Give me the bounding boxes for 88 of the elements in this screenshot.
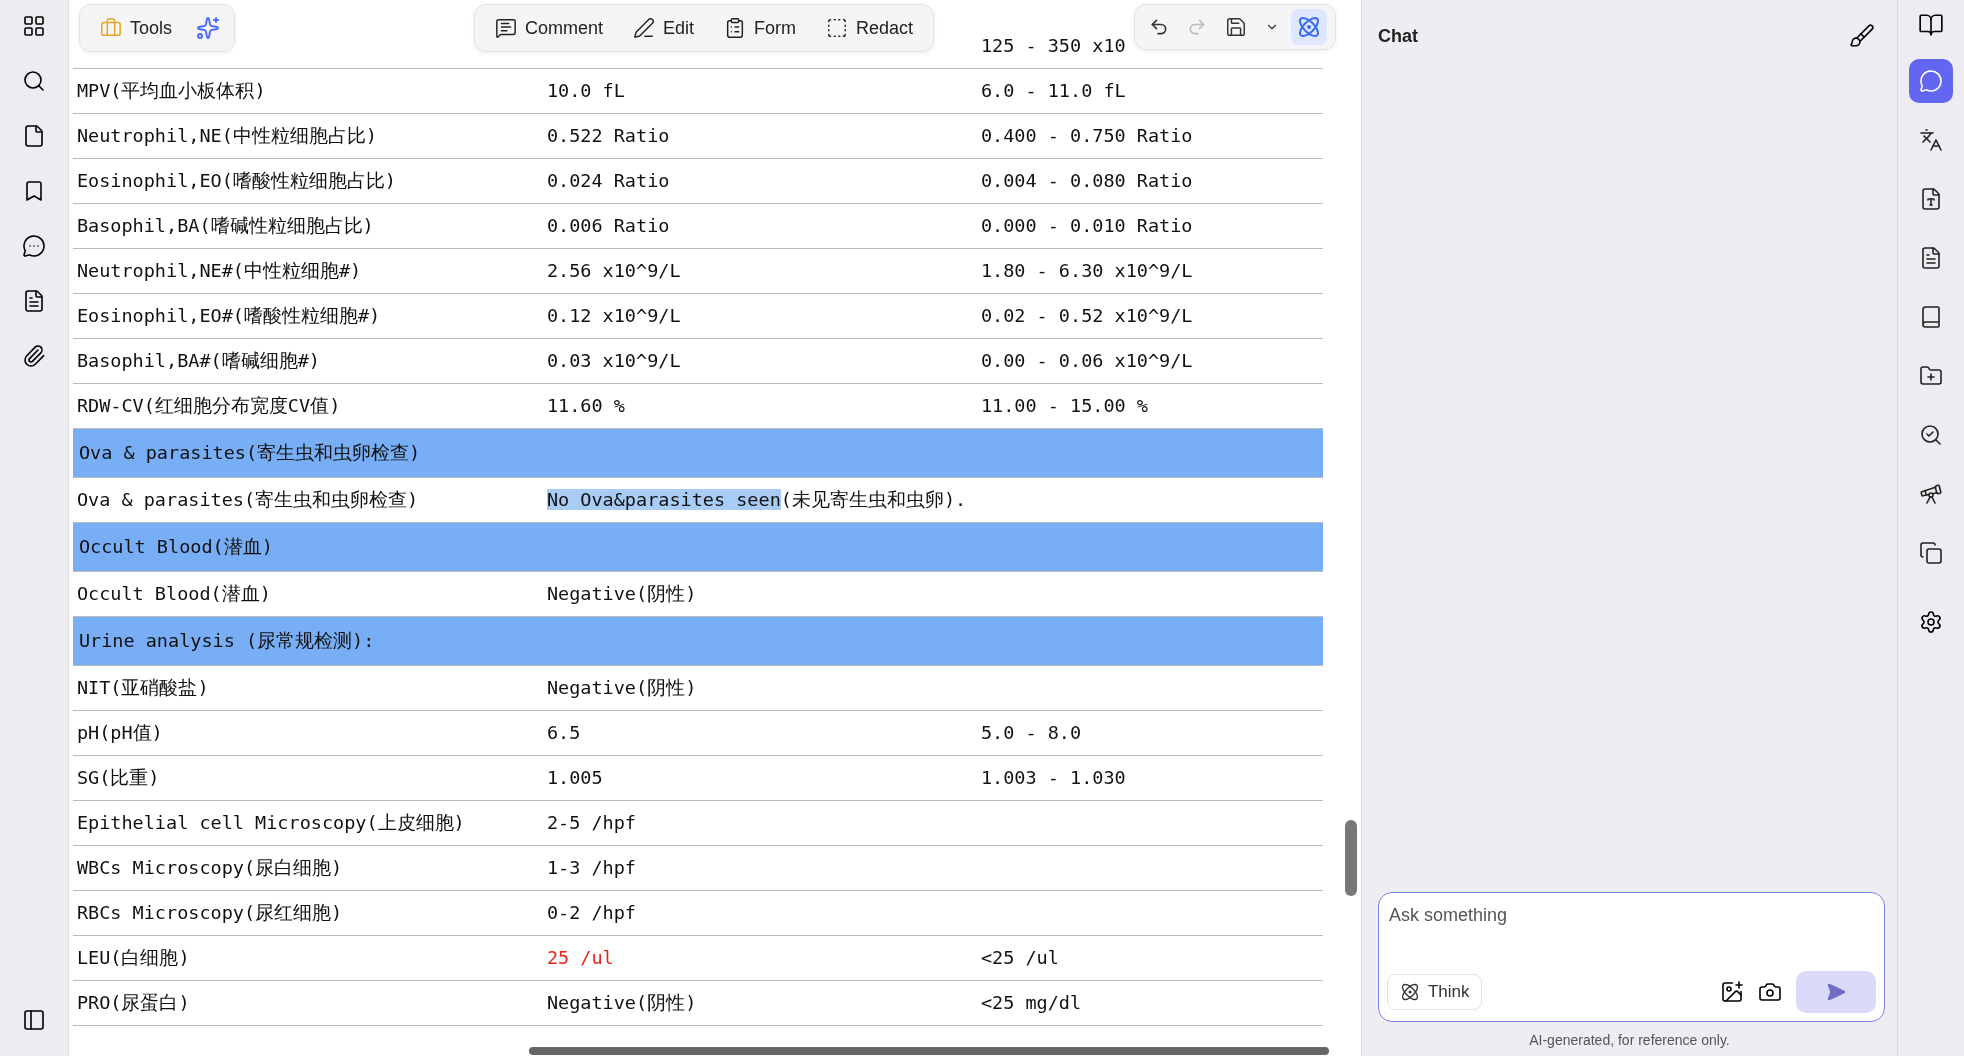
- disclaimer-text: AI-generated, for reference only.: [1528, 1032, 1731, 1048]
- reference-range: 5.0 - 8.0: [979, 720, 1083, 745]
- test-name: Basophil,BA(嗜碱性粒细胞占比): [75, 213, 375, 238]
- tools-button[interactable]: Tools: [87, 9, 184, 47]
- test-result: Negative(阴性): [545, 581, 698, 606]
- test-result: 0.522 Ratio: [545, 123, 671, 148]
- comment-button[interactable]: Comment: [482, 9, 615, 47]
- test-name: Neutrophil,NE(中性粒细胞占比): [75, 123, 378, 148]
- test-name: LEU(白细胞): [75, 945, 191, 970]
- paperclip-icon[interactable]: [21, 344, 46, 368]
- test-result: 2-5 /hpf: [545, 810, 637, 835]
- apps-grid-icon[interactable]: [21, 14, 46, 38]
- test-name: Eosinophil,EO(嗜酸性粒细胞占比): [75, 168, 397, 193]
- redact-icon: [825, 17, 848, 39]
- edit-button[interactable]: Edit: [620, 9, 706, 47]
- test-name: RDW-CV(红细胞分布宽度CV值): [75, 393, 342, 418]
- test-name: PRO(尿蛋白): [75, 990, 191, 1015]
- test-result: 10.0 fL: [545, 78, 626, 103]
- comment-icon: [494, 17, 517, 39]
- chat-input-box[interactable]: Ask something Think: [1377, 892, 1886, 1022]
- test-result: 0.024 Ratio: [545, 168, 671, 193]
- test-result: 2.56 x10^9/L: [545, 258, 682, 283]
- test-result: 0.006 Ratio: [545, 213, 671, 238]
- test-name: NIT(亚硝酸盐): [75, 675, 210, 700]
- section-title: Occult Blood(潜血): [77, 534, 274, 559]
- form-button[interactable]: Form: [711, 9, 808, 47]
- think-button[interactable]: Think: [1386, 974, 1483, 1010]
- settings-icon[interactable]: [1919, 610, 1944, 634]
- comment-icon[interactable]: [21, 234, 46, 258]
- folder-icon: [1919, 364, 1944, 388]
- test-result: 6.5: [545, 720, 582, 745]
- redact-button[interactable]: Redact: [813, 9, 925, 47]
- send-button[interactable]: [1796, 971, 1877, 1013]
- test-result: 0.12 x10^9/L: [545, 303, 682, 328]
- search-icon: [1919, 423, 1944, 447]
- test-name: SG(比重): [75, 765, 161, 790]
- test-name: Eosinophil,EO#(嗜酸性粒细胞#): [75, 303, 382, 328]
- reference-range: 1.80 - 6.30 x10^9/L: [979, 258, 1194, 283]
- reference-range: <25 /ul: [979, 945, 1060, 970]
- reference-range: <25 mg/dl: [979, 990, 1083, 1015]
- test-result: Negative(阴性): [545, 675, 698, 700]
- camera-icon[interactable]: [1758, 980, 1783, 1004]
- toolbox-icon: [99, 17, 122, 39]
- reference-range: 0.004 - 0.080 Ratio: [979, 168, 1194, 193]
- chat-bubble-icon: [1919, 69, 1944, 93]
- test-name: Epithelial cell Microscopy(上皮细胞): [75, 810, 466, 835]
- telescope-icon: [1919, 482, 1944, 506]
- reference-range: 0.00 - 0.06 x10^9/L: [979, 348, 1194, 373]
- panel-title: Chat: [1377, 25, 1418, 47]
- send-icon: [1826, 982, 1847, 1002]
- reference-range: 0.400 - 0.750 Ratio: [979, 123, 1194, 148]
- test-result: 0-2 /hpf: [545, 900, 637, 925]
- search-icon[interactable]: [21, 69, 46, 93]
- reference-range: 125 - 350 x10: [979, 33, 1127, 58]
- test-name: Ova & parasites(寄生虫和虫卵检查): [75, 487, 420, 512]
- ai-assistant-button[interactable]: [1290, 9, 1327, 45]
- reference-range: 0.000 - 0.010 Ratio: [979, 213, 1194, 238]
- test-name: RBCs Microscopy(尿红细胞): [75, 900, 344, 925]
- scrollbar[interactable]: [1344, 820, 1357, 896]
- copy-icon: [1919, 541, 1944, 565]
- test-result: 25 /ul: [545, 945, 615, 970]
- save-icon: [1224, 16, 1247, 38]
- reference-range: 0.02 - 0.52 x10^9/L: [979, 303, 1194, 328]
- test-name: pH(pH值): [75, 720, 164, 745]
- test-result: 11.60 %: [545, 393, 626, 418]
- test-result: 1-3 /hpf: [545, 855, 637, 880]
- undo-icon: [1148, 17, 1169, 37]
- image-sparkle-icon[interactable]: [1720, 980, 1745, 1004]
- test-result: 0.03 x10^9/L: [545, 348, 682, 373]
- test-name: Neutrophil,NE#(中性粒细胞#): [75, 258, 363, 283]
- reference-range: 11.00 - 15.00 %: [979, 393, 1149, 418]
- scrollbar[interactable]: [528, 1047, 1329, 1055]
- panel-icon[interactable]: [21, 1008, 46, 1032]
- test-name: Occult Blood(潜血): [75, 581, 272, 606]
- chat-bubble-tool-button[interactable]: [1909, 59, 1954, 103]
- atom-icon: [1296, 15, 1321, 39]
- reference-range: 6.0 - 11.0 fL: [979, 78, 1127, 103]
- test-result: No Ova&parasites seen(未见寄生虫和虫卵).: [545, 487, 968, 512]
- test-name: MPV(平均血小板体积): [75, 78, 267, 103]
- sparkle-icon: [195, 16, 220, 40]
- atom-icon: [1399, 982, 1420, 1002]
- section-title: Ova & parasites(寄生虫和虫卵检查): [77, 440, 422, 465]
- test-name: WBCs Microscopy(尿白细胞): [75, 855, 344, 880]
- test-result: Negative(阴性): [545, 990, 698, 1015]
- section-title: Urine analysis (尿常规检测):: [77, 628, 376, 653]
- test-name: Basophil,BA#(嗜碱细胞#): [75, 348, 321, 373]
- reference-range: 1.003 - 1.030: [979, 765, 1127, 790]
- test-result: 1.005: [545, 765, 604, 790]
